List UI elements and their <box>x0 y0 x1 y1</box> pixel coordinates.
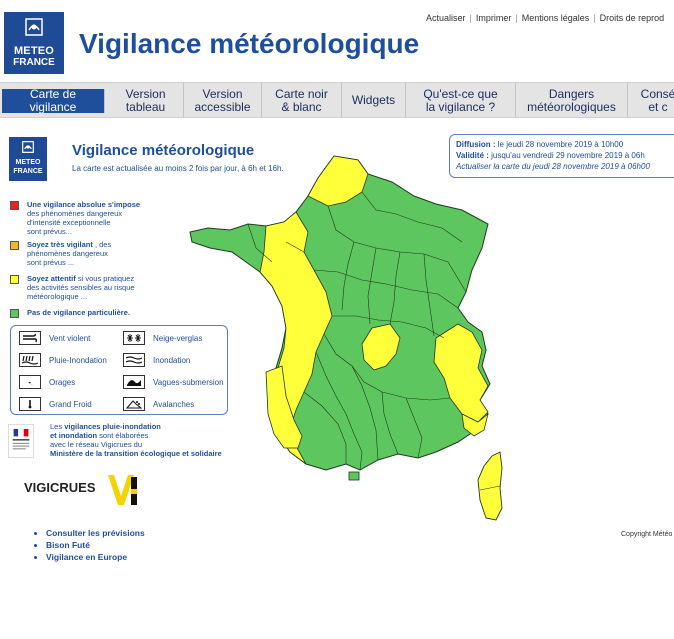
legend-orange-title: Soyez très vigilant <box>27 240 93 249</box>
site-title: Vigilance météorologique <box>79 28 420 59</box>
meteo-france-logo[interactable]: METEO FRANCE <box>4 12 64 74</box>
phenomenon-pluie: Pluie-Inondation <box>19 353 107 367</box>
legend-red-swatch <box>10 201 19 210</box>
phenomenon-avalanches: Avalanches <box>123 397 194 411</box>
legend-red-desc-1: des phénomènes dangereux <box>27 209 123 218</box>
logo-text-france: FRANCE <box>13 168 43 175</box>
corsica-yellow[interactable] <box>477 451 503 521</box>
snow-icon <box>123 331 145 345</box>
content-meteo-france-logo: METEO FRANCE <box>9 137 47 181</box>
external-links: Consulter les prévisions Bison Futé Vigi… <box>34 528 145 564</box>
nav-item-widgets[interactable]: Widgets <box>342 83 406 117</box>
phenomenon-vent: Vent violent <box>19 331 90 345</box>
legend-yellow-swatch <box>10 275 19 284</box>
diffusion-line: Diffusion : le jeudi 28 novembre 2019 à … <box>456 139 674 150</box>
logo-text-meteo: METEO <box>13 45 55 57</box>
rights-link[interactable]: Droits de reprod <box>600 13 665 23</box>
legend-red-desc-2: d'intensité exceptionnelle <box>27 218 111 227</box>
copyright-text: Copyright Météo <box>621 531 673 538</box>
legend-orange-desc-2: sont prévus ... <box>27 258 75 267</box>
rain-flood-icon <box>19 353 41 367</box>
thermometer-icon <box>19 397 41 411</box>
top-links: Actualiser | Imprimer | Mentions légales | Dro… <box>426 13 665 23</box>
nav-item-dangers[interactable]: Dangers météorologiques <box>516 83 628 117</box>
ministry-logo-icon[interactable] <box>8 424 34 458</box>
ministry-text-2a: et inondation <box>50 431 98 440</box>
wind-icon <box>19 331 41 345</box>
nav-item-carte-vigilance[interactable]: Carte de vigilance <box>2 88 105 114</box>
print-link[interactable]: Imprimer <box>476 13 512 23</box>
meteo-france-emblem-icon <box>22 141 34 153</box>
legend-red-desc-3: sont prévus... <box>27 227 73 236</box>
logo-text-france: FRANCE <box>13 57 55 68</box>
site-header: METEO FRANCE Vigilance météorologique Ac… <box>0 0 674 80</box>
ministry-text-1a: Les <box>50 422 65 431</box>
nav-item-version-tableau[interactable]: Version tableau <box>108 83 184 117</box>
diffusion-label: Diffusion : <box>456 140 496 149</box>
legend-yellow-title: Soyez attentif <box>27 274 76 283</box>
legal-link[interactable]: Mentions légales <box>522 13 590 23</box>
legend-orange-swatch <box>10 241 19 250</box>
avalanche-icon <box>123 397 145 411</box>
diffusion-value: le jeudi 28 novembre 2019 à 10h00 <box>495 140 624 149</box>
phenomenon-orages: Orages <box>19 375 75 389</box>
legend-green-title: Pas de vigilance particulière. <box>27 308 130 317</box>
nav-item-quest-ce-que[interactable]: Qu'est-ce que la vigilance ? <box>406 83 516 117</box>
legend-yellow-desc-1: des activités sensibles au risque <box>27 283 135 292</box>
flood-icon <box>123 353 145 367</box>
thunderstorm-icon <box>19 375 41 389</box>
legend-green-swatch <box>10 309 19 318</box>
legend-red-title: Une vigilance absolue s'impose <box>27 200 141 209</box>
phenomenon-froid: Grand Froid <box>19 397 92 411</box>
refresh-link[interactable]: Actualiser <box>426 13 466 23</box>
ministry-text-1b: vigilances pluie-inondation <box>64 422 161 431</box>
phenomenon-inondation: Inondation <box>123 353 190 367</box>
island-shape[interactable] <box>348 471 360 481</box>
waves-submersion-icon <box>123 375 145 389</box>
link-bison-fute[interactable]: Bison Futé <box>46 540 145 552</box>
vigicrues-logo-text[interactable]: VIGICRUES <box>24 480 96 495</box>
ministry-text-2b: sont élaborées <box>97 431 149 440</box>
logo-text-meteo: METEO <box>15 159 41 166</box>
link-vigilance-europe[interactable]: Vigilance en Europe <box>46 552 145 564</box>
vigicrues-mark-icon <box>108 475 137 505</box>
legend-orange-desc-1: phénomènes dangereux <box>27 249 108 258</box>
main-nav: Carte de vigilance Version tableau Versi… <box>0 82 674 118</box>
meteo-france-emblem-icon <box>25 18 43 36</box>
nav-item-noir-blanc[interactable]: Carte noir & blanc <box>262 83 342 117</box>
link-consulter-previsions[interactable]: Consulter les prévisions <box>46 528 145 540</box>
nav-item-version-accessible[interactable]: Version accessible <box>184 83 262 117</box>
vigilance-map[interactable] <box>186 152 516 522</box>
legend-yellow-desc-2: météorologique ... <box>27 292 88 301</box>
nav-item-conseils[interactable]: Consé et c <box>628 83 674 117</box>
